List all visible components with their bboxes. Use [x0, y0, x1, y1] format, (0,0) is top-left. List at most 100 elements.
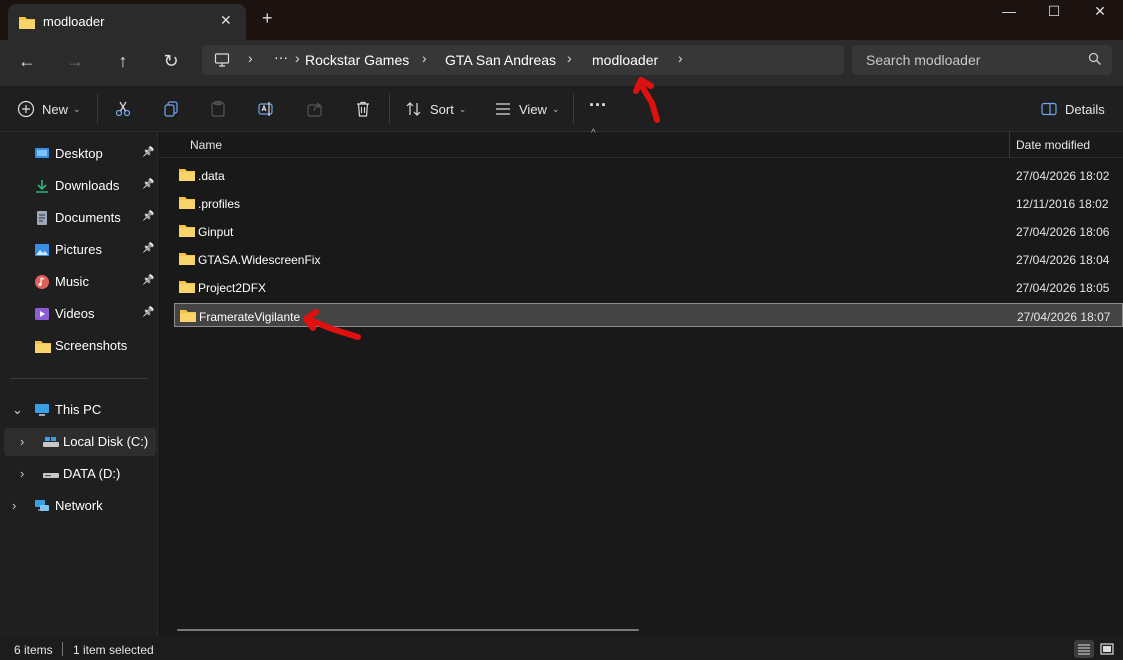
sidebar-item-data-d[interactable]: › DATA (D:) [0, 460, 156, 488]
sidebar-item-documents[interactable]: Documents 📌 [0, 204, 156, 232]
refresh-button[interactable]: ↻ [159, 50, 183, 74]
tiles-view-icon [1100, 643, 1114, 655]
breadcrumb-modloader[interactable]: modloader [592, 52, 658, 68]
new-label: New [42, 101, 69, 117]
breadcrumb-separator[interactable]: › [422, 50, 427, 66]
breadcrumb-separator[interactable]: › [567, 50, 572, 66]
music-icon [34, 274, 50, 290]
items-count: 6 items [14, 643, 53, 657]
horizontal-scrollbar[interactable] [177, 629, 639, 631]
large-icons-view-button[interactable] [1097, 640, 1117, 658]
chevron-right-icon[interactable]: › [20, 434, 24, 449]
rename-button[interactable] [256, 98, 276, 120]
drive-icon [42, 466, 59, 482]
sidebar-item-this-pc[interactable]: ⌄ This PC [0, 396, 156, 424]
sidebar-item-pictures[interactable]: Pictures 📌 [0, 236, 156, 264]
computer-icon [34, 402, 50, 418]
share-button[interactable] [305, 98, 325, 120]
breadcrumb-gta-san-andreas[interactable]: GTA San Andreas [445, 52, 556, 68]
pin-icon[interactable]: 📌 [142, 179, 154, 190]
sidebar-item-label: Screenshots [55, 338, 128, 353]
selection-count: 1 item selected [73, 643, 154, 657]
computer-icon[interactable] [214, 52, 230, 71]
sidebar-item-videos[interactable]: Videos 📌 [0, 300, 156, 328]
download-icon [34, 178, 50, 194]
details-pane-button[interactable]: Details [1039, 98, 1105, 120]
sidebar-item-local-disk-c[interactable]: › Local Disk (C:) [4, 428, 156, 456]
column-date-header[interactable]: Date modified [1016, 138, 1090, 152]
chevron-expanded-icon[interactable]: ⌄ [12, 402, 23, 418]
close-tab-icon[interactable]: ✕ [220, 12, 232, 29]
breadcrumb-overflow[interactable]: ··· [274, 49, 288, 65]
pictures-icon [34, 242, 50, 258]
view-label: View [519, 101, 547, 117]
chevron-right-icon[interactable]: › [12, 498, 16, 513]
breadcrumb-rockstar-games[interactable]: Rockstar Games [305, 52, 409, 68]
file-date-modified: 27/04/2026 18:07 [1017, 310, 1111, 324]
file-row[interactable]: .profiles 12/11/2016 18:02 [174, 191, 1123, 215]
sidebar-item-label: Pictures [55, 242, 102, 257]
folder-icon [18, 14, 36, 33]
pin-icon[interactable]: 📌 [142, 243, 154, 254]
folder-icon [179, 308, 197, 326]
file-row[interactable]: .data 27/04/2026 18:02 [174, 163, 1123, 187]
close-window-button[interactable]: ✕ [1077, 0, 1123, 24]
scissors-icon [113, 99, 133, 119]
pin-icon[interactable]: 📌 [142, 275, 154, 286]
file-name: GTASA.WidescreenFix [198, 253, 321, 267]
desktop-icon [34, 146, 50, 162]
breadcrumb-separator[interactable]: › [678, 50, 683, 66]
pin-icon[interactable]: 📌 [142, 211, 154, 222]
copy-button[interactable] [161, 98, 181, 120]
breadcrumb-separator[interactable]: › [295, 50, 300, 66]
column-header: ^ Name Date modified [159, 128, 1123, 158]
sidebar-item-screenshots[interactable]: Screenshots [0, 332, 156, 360]
file-row[interactable]: Ginput 27/04/2026 18:06 [174, 219, 1123, 243]
minimize-button[interactable]: — [986, 0, 1032, 24]
details-view-button[interactable] [1074, 640, 1094, 658]
sidebar-item-label: Desktop [55, 146, 103, 161]
forward-button[interactable]: → [63, 50, 87, 74]
search-box[interactable]: Search modloader [852, 45, 1112, 75]
file-name: FramerateVigilante [199, 310, 301, 324]
new-button[interactable]: New ⌄ [16, 98, 81, 120]
breadcrumb-separator[interactable]: › [248, 50, 253, 66]
sidebar-item-label: This PC [55, 402, 102, 417]
file-row[interactable]: FramerateVigilante 27/04/2026 18:07 [174, 303, 1123, 327]
up-button[interactable]: ↑ [111, 50, 135, 74]
back-button[interactable]: ← [15, 50, 39, 74]
paste-button[interactable] [208, 98, 228, 120]
file-row[interactable]: Project2DFX 27/04/2026 18:05 [174, 275, 1123, 299]
chevron-down-icon: ⌄ [551, 103, 560, 114]
sidebar-item-desktop[interactable]: Desktop 📌 [0, 140, 156, 168]
cut-button[interactable] [113, 98, 133, 120]
chevron-right-icon[interactable]: › [20, 466, 24, 481]
sort-button[interactable]: Sort ⌄ [404, 98, 466, 120]
sidebar-item-label: Network [55, 498, 103, 513]
sidebar-item-label: Music [55, 274, 89, 289]
pin-icon[interactable]: 📌 [142, 147, 154, 158]
pin-icon[interactable]: 📌 [142, 307, 154, 318]
new-tab-button[interactable]: + [262, 8, 273, 29]
folder-icon [178, 223, 196, 241]
address-bar[interactable]: › ··· › Rockstar Games › GTA San Andreas… [202, 45, 844, 75]
file-row[interactable]: GTASA.WidescreenFix 27/04/2026 18:04 [174, 247, 1123, 271]
column-separator[interactable] [1009, 132, 1010, 158]
video-icon [34, 306, 50, 322]
sidebar-item-music[interactable]: Music 📌 [0, 268, 156, 296]
sidebar-item-network[interactable]: › Network [0, 492, 156, 520]
rename-icon [256, 99, 276, 119]
folder-icon [34, 338, 51, 354]
file-name: Project2DFX [198, 281, 267, 295]
sidebar-item-downloads[interactable]: Downloads 📌 [0, 172, 156, 200]
more-options-button[interactable]: ··· [589, 94, 607, 116]
view-button[interactable]: View ⌄ [493, 98, 560, 120]
maximize-button[interactable]: ☐ [1031, 0, 1077, 24]
delete-button[interactable] [353, 98, 373, 120]
command-bar: New ⌄ Sort ⌄ View ⌄ ··· Details [0, 86, 1123, 132]
column-name-header[interactable]: Name [190, 138, 222, 152]
tab-modloader[interactable]: modloader ✕ [8, 4, 246, 40]
chevron-down-icon: ⌄ [458, 103, 467, 114]
details-label: Details [1065, 101, 1105, 117]
share-icon [305, 99, 325, 119]
